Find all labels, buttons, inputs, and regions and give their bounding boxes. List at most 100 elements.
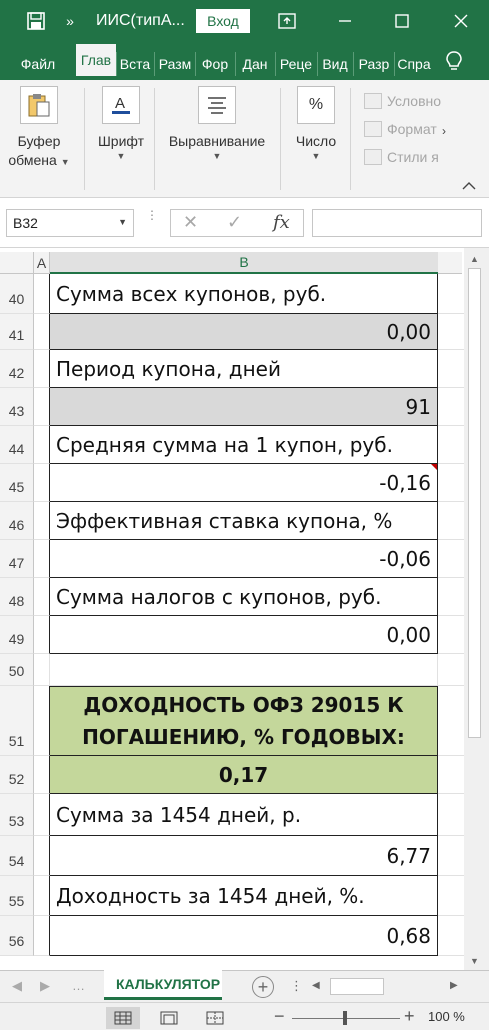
cell-b51[interactable]: ДОХОДНОСТЬ ОФЗ 29015 К ПОГАШЕНИЮ, % ГОДО…: [50, 686, 438, 756]
cell-a49[interactable]: [34, 616, 50, 654]
column-header-c[interactable]: [438, 252, 462, 274]
cell-c49[interactable]: [438, 616, 464, 654]
alignment-group[interactable]: Выравнивание ▼: [162, 86, 272, 161]
sheet-more-icon[interactable]: …: [72, 978, 85, 993]
cell-b43[interactable]: 91: [50, 388, 438, 426]
row-header-48[interactable]: 48: [0, 578, 34, 616]
cell-a43[interactable]: [34, 388, 50, 426]
tab-page-layout[interactable]: Разм: [156, 48, 194, 80]
cell-b45[interactable]: -0,16: [50, 464, 438, 502]
tab-insert[interactable]: Вста: [118, 48, 152, 80]
cell-c45[interactable]: [438, 464, 464, 502]
tab-file[interactable]: Файл: [8, 48, 68, 80]
cell-b54[interactable]: 6,77: [50, 836, 438, 876]
minimize-icon[interactable]: [330, 0, 360, 42]
row-header-56[interactable]: 56: [0, 916, 34, 956]
row-header-45[interactable]: 45: [0, 464, 34, 502]
scroll-down-icon[interactable]: ▼: [470, 956, 479, 966]
row-header-49[interactable]: 49: [0, 616, 34, 654]
cell-a53[interactable]: [34, 794, 50, 836]
sign-in-button[interactable]: Вход: [196, 9, 250, 33]
cell-a47[interactable]: [34, 540, 50, 578]
page-break-view-icon[interactable]: [198, 1007, 232, 1029]
hscroll-grip-icon[interactable]: ⋮: [290, 978, 303, 994]
cell-a50[interactable]: [34, 654, 50, 686]
conditional-formatting-button[interactable]: Условно: [364, 90, 442, 112]
comment-indicator[interactable]: [431, 464, 437, 471]
cell-a52[interactable]: [34, 756, 50, 794]
sheet-prev-icon[interactable]: ◀: [12, 978, 22, 994]
cell-a51[interactable]: [34, 686, 50, 756]
name-box[interactable]: B32 ▼: [6, 209, 134, 237]
cell-b46[interactable]: Эффективная ставка купона, %: [50, 502, 438, 540]
format-as-table-button[interactable]: Формат: [364, 118, 442, 140]
formula-input[interactable]: [312, 209, 482, 237]
cell-a41[interactable]: [34, 314, 50, 350]
clipboard-group[interactable]: Буфер обмена ▼: [8, 86, 70, 172]
lightbulb-icon[interactable]: [434, 42, 474, 80]
close-icon[interactable]: [446, 0, 476, 42]
cell-b55[interactable]: Доходность за 1454 дней, %.: [50, 876, 438, 916]
tab-review[interactable]: Реце: [277, 48, 315, 80]
cell-c40[interactable]: [438, 274, 464, 314]
maximize-icon[interactable]: [387, 0, 417, 42]
scroll-left-icon[interactable]: ◀: [312, 980, 320, 991]
cell-c43[interactable]: [438, 388, 464, 426]
save-icon[interactable]: [22, 0, 50, 42]
cell-b47[interactable]: -0,06: [50, 540, 438, 578]
row-header-52[interactable]: 52: [0, 756, 34, 794]
cell-b42[interactable]: Период купона, дней: [50, 350, 438, 388]
cell-a46[interactable]: [34, 502, 50, 540]
cell-c41[interactable]: [438, 314, 464, 350]
cell-c46[interactable]: [438, 502, 464, 540]
cell-a48[interactable]: [34, 578, 50, 616]
cell-c44[interactable]: [438, 426, 464, 464]
row-header-50[interactable]: 50: [0, 654, 34, 686]
cell-a45[interactable]: [34, 464, 50, 502]
cancel-icon[interactable]: ✕: [183, 212, 198, 233]
cell-c42[interactable]: [438, 350, 464, 388]
add-sheet-icon[interactable]: +: [252, 976, 274, 998]
row-header-47[interactable]: 47: [0, 540, 34, 578]
cell-b48[interactable]: Сумма налогов с купонов, руб.: [50, 578, 438, 616]
cell-b50[interactable]: [50, 654, 438, 686]
horizontal-scroll-thumb[interactable]: [330, 978, 384, 995]
cell-b52[interactable]: 0,17: [50, 756, 438, 794]
cell-b53[interactable]: Сумма за 1454 дней, р.: [50, 794, 438, 836]
cell-c50[interactable]: [438, 654, 464, 686]
cell-c52[interactable]: [438, 756, 464, 794]
zoom-level[interactable]: 100 %: [428, 1009, 465, 1024]
cell-a54[interactable]: [34, 836, 50, 876]
row-header-51[interactable]: 51: [0, 686, 34, 756]
scroll-up-icon[interactable]: ▲: [470, 254, 479, 264]
cell-a44[interactable]: [34, 426, 50, 464]
cell-styles-button[interactable]: Стили я: [364, 146, 442, 168]
row-header-44[interactable]: 44: [0, 426, 34, 464]
cell-a42[interactable]: [34, 350, 50, 388]
select-all-corner[interactable]: [0, 252, 34, 274]
quick-access-more-icon[interactable]: »: [60, 0, 80, 42]
ribbon-scroll-right-icon[interactable]: ›: [442, 124, 456, 138]
tab-formulas[interactable]: Фор: [197, 48, 233, 80]
column-header-b[interactable]: B: [50, 252, 438, 274]
zoom-in-icon[interactable]: +: [404, 1006, 415, 1027]
zoom-slider-knob[interactable]: [343, 1011, 347, 1025]
insert-function-icon[interactable]: fx: [273, 212, 290, 233]
cell-c48[interactable]: [438, 578, 464, 616]
cell-c54[interactable]: [438, 836, 464, 876]
cell-c53[interactable]: [438, 794, 464, 836]
cell-a55[interactable]: [34, 876, 50, 916]
row-header-54[interactable]: 54: [0, 836, 34, 876]
row-header-55[interactable]: 55: [0, 876, 34, 916]
cell-b49[interactable]: 0,00: [50, 616, 438, 654]
normal-view-icon[interactable]: [106, 1007, 140, 1029]
collapse-ribbon-icon[interactable]: [462, 178, 478, 192]
cell-b44[interactable]: Средняя сумма на 1 купон, руб.: [50, 426, 438, 464]
row-header-43[interactable]: 43: [0, 388, 34, 426]
row-header-53[interactable]: 53: [0, 794, 34, 836]
formula-bar-grip[interactable]: ⋮: [146, 209, 158, 234]
cell-b40[interactable]: Сумма всех купонов, руб.: [50, 274, 438, 314]
tab-home[interactable]: Глав: [76, 44, 116, 76]
tab-help[interactable]: Спра: [396, 48, 432, 80]
zoom-out-icon[interactable]: −: [274, 1006, 285, 1027]
